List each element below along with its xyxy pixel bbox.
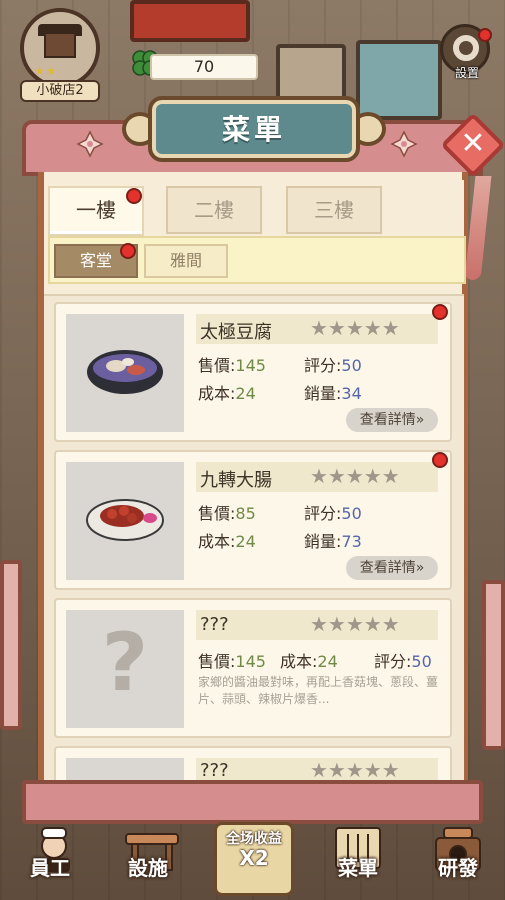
background-curtain-left xyxy=(0,560,22,730)
braised-intestine-plate-icon xyxy=(86,499,164,541)
dish-rating-stars: ★★★★★ xyxy=(310,464,400,488)
dish-cost: 成本:24 xyxy=(280,648,338,672)
sales-value: 73 xyxy=(341,532,362,551)
rating-value: 50 xyxy=(341,356,362,375)
dish-image-locked xyxy=(66,758,184,782)
rating-label: 評分: xyxy=(304,504,342,523)
tofu-bowl-icon xyxy=(87,350,163,394)
price-label: 售價: xyxy=(198,356,236,375)
dish-description: 家鄉的醬油最對味，再配上香菇塊、蔥段、薑片、蒜頭、辣椒片爆香... xyxy=(198,675,439,706)
dish-price: 售價:145 xyxy=(198,648,266,672)
global-income-multiplier: X2 xyxy=(239,846,269,870)
dish-rating-stars: ★★★★★ xyxy=(310,316,400,340)
sales-label: 銷量: xyxy=(304,532,342,551)
cost-label: 成本: xyxy=(198,532,236,551)
dish-name: ??? xyxy=(200,760,229,781)
view-details-button[interactable]: 查看詳情» xyxy=(346,556,438,580)
global-income-label: 全场收益 xyxy=(226,831,282,847)
nav-facilities-label: 設施 xyxy=(128,856,168,880)
panel-title: 菜單 xyxy=(221,113,286,146)
cost-label: 成本: xyxy=(280,652,318,671)
view-details-button[interactable]: 查看詳情» xyxy=(346,408,438,432)
dish-name: 九轉大腸 xyxy=(200,470,272,491)
panel-footer-bar xyxy=(22,780,483,824)
dish-price: 售價:145 xyxy=(198,352,266,376)
rating-value: 50 xyxy=(341,504,362,523)
shop-rating-stars: ★★ xyxy=(34,64,58,78)
nav-staff-label: 員工 xyxy=(30,856,70,880)
dish-rating: 評分:50 xyxy=(374,648,432,672)
tab-floor-2[interactable]: 二樓 xyxy=(166,186,262,234)
background-signboard xyxy=(130,0,250,42)
background-curtain-right xyxy=(482,580,505,750)
price-label: 售價: xyxy=(198,504,236,523)
cost-label: 成本: xyxy=(198,384,236,403)
currency-value: 70 xyxy=(150,54,258,80)
price-value: 145 xyxy=(235,356,266,375)
tab-floor-3[interactable]: 三樓 xyxy=(286,186,382,234)
cost-value: 24 xyxy=(235,532,256,551)
floor-1-notification-dot xyxy=(126,188,142,204)
cost-value: 24 xyxy=(235,384,256,403)
flower-ornament-icon xyxy=(76,130,104,158)
dish-image xyxy=(66,314,184,432)
dish-rating: 評分:50 xyxy=(304,352,362,376)
dish-notification-dot xyxy=(432,304,448,320)
dish-sales: 銷量:34 xyxy=(304,380,362,404)
flower-ornament-icon xyxy=(390,130,418,158)
cost-value: 24 xyxy=(317,652,338,671)
sales-value: 34 xyxy=(341,384,362,403)
room-hall-notification-dot xyxy=(120,243,136,259)
sales-label: 銷量: xyxy=(304,384,342,403)
close-icon[interactable]: ✕ xyxy=(450,122,496,168)
rating-value: 50 xyxy=(411,652,432,671)
settings-label: 設置 xyxy=(454,66,479,80)
nav-research-label: 研發 xyxy=(438,856,478,880)
price-value: 85 xyxy=(235,504,256,523)
dish-image xyxy=(66,462,184,580)
dish-rating-stars: ★★★★★ xyxy=(310,612,400,636)
price-value: 145 xyxy=(235,652,266,671)
dish-name: 太極豆腐 xyxy=(200,322,272,343)
gear-icon xyxy=(453,35,479,61)
dish-cost: 成本:24 xyxy=(198,528,256,552)
rating-label: 評分: xyxy=(374,652,412,671)
background-painting xyxy=(356,40,442,120)
dish-image-locked: ? xyxy=(66,610,184,728)
nav-menu-label: 菜單 xyxy=(338,856,378,880)
settings-notification-dot xyxy=(478,28,492,42)
dish-cost: 成本:24 xyxy=(198,380,256,404)
rating-label: 評分: xyxy=(304,356,342,375)
question-mark-icon: ? xyxy=(101,616,149,709)
tab-room-private[interactable]: 雅間 xyxy=(144,244,228,278)
dish-price: 售價:85 xyxy=(198,500,256,524)
dish-name: ??? xyxy=(200,614,229,635)
price-label: 售價: xyxy=(198,652,236,671)
dish-sales: 銷量:73 xyxy=(304,528,362,552)
dish-rating: 評分:50 xyxy=(304,500,362,524)
dish-rating-stars: ★★★★★ xyxy=(310,758,400,782)
dish-notification-dot xyxy=(432,452,448,468)
shop-house-icon xyxy=(44,32,76,58)
shop-name: 小破店2 xyxy=(20,80,100,102)
